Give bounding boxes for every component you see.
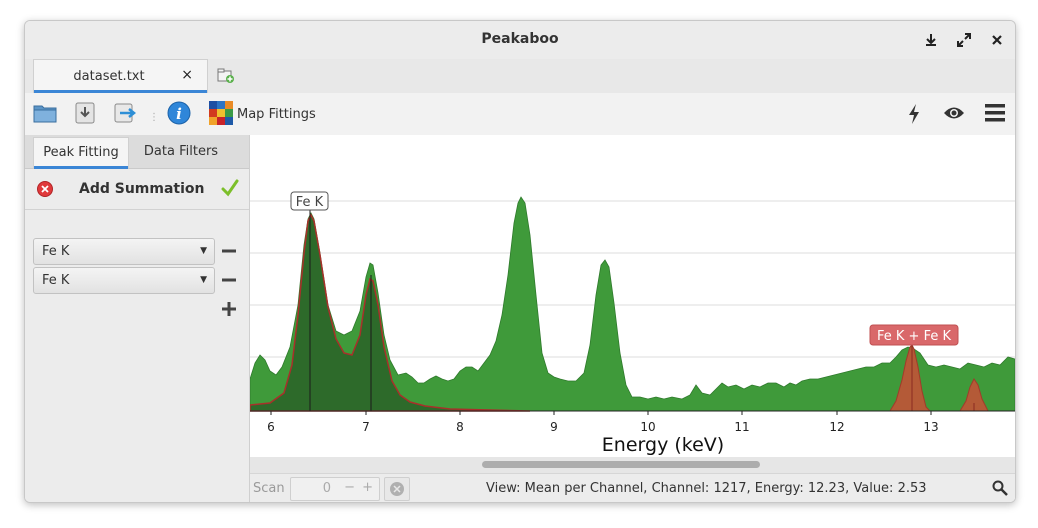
element-select-2[interactable]: Fe K ▼ [33,267,215,294]
left-panel: Peak Fitting Data Filters Add Summation … [25,135,250,502]
app-window: Peakaboo dataset.txt × ⋮ i Map Fittings … [24,20,1016,503]
summation-annotation-label: Fe K + Fe K [877,329,951,344]
lightning-icon[interactable] [907,103,921,129]
x-tick-label: 6 [267,420,275,434]
scrollbar-thumb[interactable] [482,461,760,468]
window-title: Peakaboo [481,31,559,47]
title-bar: Peakaboo [25,21,1015,60]
tab-close-button[interactable]: × [181,67,193,83]
remove-entry-button[interactable] [221,272,237,288]
element-select-value: Fe K [42,273,70,288]
remove-entry-button[interactable] [221,243,237,259]
x-tick-label: 8 [456,420,464,434]
status-info: View: Mean per Channel, Channel: 1217, E… [486,481,927,496]
x-tick-label: 10 [640,420,655,434]
scan-value: 0 [322,481,331,496]
x-tick-label: 11 [734,420,749,434]
fe-k-annotation-label: Fe K [296,195,324,210]
svg-text:i: i [176,105,182,123]
add-entry-button[interactable] [221,301,237,317]
x-tick-label: 12 [829,420,844,434]
fullscreen-icon[interactable] [954,30,974,50]
map-icon[interactable] [209,101,233,129]
open-folder-icon[interactable] [33,102,57,128]
export-icon[interactable] [114,102,138,128]
search-icon[interactable] [992,480,1008,500]
tab-data-filters[interactable]: Data Filters [129,137,233,167]
stop-icon [390,482,404,496]
spectrum-chart: Fe K Fe K + Fe K 6 7 8 9 10 11 12 13 Ene… [249,191,1015,456]
chevron-down-icon: ▼ [200,275,207,285]
tab-peak-fitting-label: Peak Fitting [43,145,119,160]
left-panel-tabs: Peak Fitting Data Filters [25,135,249,169]
scan-stepper[interactable]: 0 − + [290,477,380,501]
toolbar-separator: ⋮ [149,112,159,123]
element-select-value: Fe K [42,244,70,259]
menu-icon[interactable] [985,104,1005,126]
x-tick-label: 9 [550,420,558,434]
main-toolbar: ⋮ i Map Fittings [25,93,1015,136]
tab-peak-fitting[interactable]: Peak Fitting [33,137,129,169]
close-icon[interactable] [987,30,1007,50]
eye-icon[interactable] [943,105,965,125]
download-icon[interactable] [921,30,941,50]
summation-header: Add Summation [25,169,249,210]
tab-data-filters-label: Data Filters [143,144,219,159]
tab-label: dataset.txt [73,69,145,84]
scan-label: Scan [253,481,285,496]
map-fittings-button[interactable]: Map Fittings [237,107,316,122]
element-select-1[interactable]: Fe K ▼ [33,238,215,265]
info-icon[interactable]: i [167,101,191,129]
x-axis-ticks: 6 7 8 9 10 11 12 13 [267,411,939,434]
document-tab-bar: dataset.txt × [25,59,1015,94]
summation-title: Add Summation [79,181,205,197]
new-tab-icon[interactable] [217,68,235,84]
x-axis-title: Energy (keV) [602,434,724,456]
confirm-check-icon[interactable] [221,179,239,201]
save-icon[interactable] [75,102,95,128]
tab-dataset[interactable]: dataset.txt × [33,59,208,93]
fe-k-annotation[interactable]: Fe K [290,191,329,211]
cancel-icon[interactable] [37,181,53,201]
x-tick-label: 13 [923,420,938,434]
plot-horizontal-scrollbar[interactable] [250,457,1015,473]
x-tick-label: 7 [362,420,370,434]
spectrum-plot[interactable]: Fe K Fe K + Fe K 6 7 8 9 10 11 12 13 Ene… [249,135,1015,502]
chevron-down-icon: ▼ [200,246,207,256]
scan-stop-button[interactable] [384,477,410,501]
scan-increment-button[interactable]: + [362,480,373,495]
status-bar: Scan 0 − + View: Mean per Channel, Chann… [250,473,1015,502]
summation-annotation[interactable]: Fe K + Fe K [869,324,959,346]
scan-decrement-button[interactable]: − [344,480,355,495]
